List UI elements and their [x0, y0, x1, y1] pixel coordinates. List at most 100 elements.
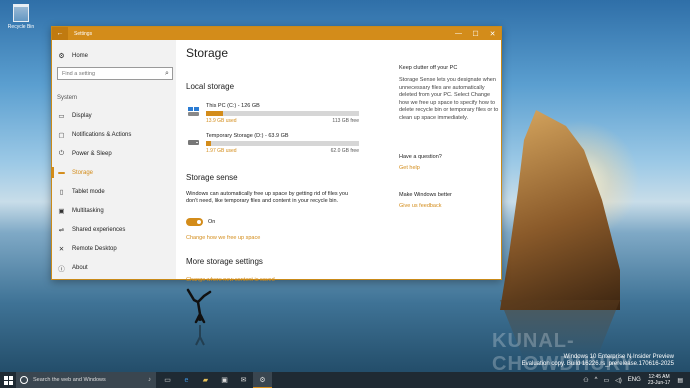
taskbar-search-placeholder: Search the web and Windows	[33, 377, 106, 383]
figure-reflection	[195, 325, 205, 346]
more-storage-heading: More storage settings	[186, 257, 263, 266]
shared-icon: ⇌	[58, 226, 65, 234]
drive-d[interactable]: Temporary Storage (D:) - 63.9 GB 1.97 GB…	[186, 133, 366, 155]
recycle-bin-desktop-icon[interactable]: Recycle Bin	[6, 4, 36, 30]
search-icon[interactable]: ⌕	[162, 70, 172, 78]
drive-used: 1.97 GB used	[206, 148, 237, 154]
minimize-button[interactable]: —	[450, 27, 467, 40]
back-button[interactable]: ←	[52, 27, 68, 40]
page-title: Storage	[186, 46, 229, 60]
build-line-2: Evaluation copy. Build 16226.rs_prerelea…	[521, 361, 674, 367]
store-icon[interactable]: ▣	[215, 372, 234, 388]
sidebar-item-label: Display	[72, 112, 92, 119]
storage-sense-description: Windows can automatically free up space …	[186, 191, 349, 204]
sidebar-item-remote[interactable]: ✕ Remote Desktop	[52, 239, 176, 258]
drive-icon	[188, 140, 199, 145]
display-icon: ▭	[58, 112, 65, 120]
sidebar-item-about[interactable]: ⓘ About	[52, 258, 176, 277]
nav-list: ▭ Display ▢ Notifications & Actions ⏻ Po…	[52, 106, 176, 277]
chevron-up-icon[interactable]: ^	[595, 377, 598, 383]
language-indicator[interactable]: ENG	[628, 377, 641, 383]
notifications-icon: ▢	[58, 131, 65, 139]
cortana-icon	[20, 376, 28, 384]
drive-usage-bar	[206, 111, 359, 116]
windows-drive-icon	[188, 107, 199, 116]
clutter-heading: Keep clutter off your PC	[399, 65, 458, 71]
home-nav-item[interactable]: ⚙ Home	[52, 47, 176, 64]
mail-icon[interactable]: ✉	[234, 372, 253, 388]
home-label: Home	[72, 52, 89, 59]
sidebar: ⚙ Home Find a setting ⌕ System ▭ Display…	[52, 40, 176, 279]
section-title: System	[57, 95, 78, 101]
edge-icon[interactable]: e	[177, 372, 196, 388]
search-input[interactable]: Find a setting ⌕	[57, 67, 173, 80]
close-button[interactable]: ✕	[484, 27, 501, 40]
build-line-1: Windows 10 Enterprise N Insider Preview	[563, 354, 674, 360]
handstand-figure	[186, 288, 212, 324]
sidebar-item-label: Notifications & Actions	[72, 131, 132, 138]
drive-c[interactable]: This PC (C:) - 126 GB 13.9 GB used 113 G…	[186, 103, 366, 125]
multitasking-icon: ▣	[58, 207, 65, 215]
task-view-icon[interactable]: ▭	[158, 372, 177, 388]
people-icon[interactable]: ⚇	[583, 377, 588, 384]
drive-usage-fill	[206, 111, 223, 116]
get-help-link[interactable]: Get help	[399, 165, 420, 171]
sidebar-item-label: Multitasking	[72, 207, 104, 214]
question-heading: Have a question?	[399, 154, 442, 160]
change-save-location-link[interactable]: Change where new content is saved	[186, 277, 275, 283]
power-icon: ⏻	[58, 149, 65, 157]
main-content: Storage Local storage This PC (C:) - 126…	[186, 40, 386, 283]
give-feedback-link[interactable]: Give us feedback	[399, 203, 442, 209]
taskbar: Search the web and Windows ♪ ▭ e ▰ ▣ ✉ ⚙…	[0, 372, 690, 388]
storage-icon: ▬	[58, 169, 65, 176]
windows-logo-icon	[3, 375, 13, 385]
action-center-icon[interactable]: ▤	[677, 377, 683, 384]
system-tray: ⚇ ^ ▭ ◁) ENG 12:45 AM 23-Jun-17 ▤	[580, 372, 686, 388]
drive-used: 13.9 GB used	[206, 118, 237, 124]
settings-taskbar-icon[interactable]: ⚙	[253, 372, 272, 388]
sidebar-item-tablet[interactable]: ▯ Tablet mode	[52, 182, 176, 201]
title-bar[interactable]: ← Settings — ☐ ✕	[52, 27, 501, 40]
sidebar-item-label: Tablet mode	[72, 188, 105, 195]
taskbar-apps: ▭ e ▰ ▣ ✉ ⚙	[158, 372, 272, 388]
sidebar-item-notifications[interactable]: ▢ Notifications & Actions	[52, 125, 176, 144]
change-free-space-link[interactable]: Change how we free up space	[186, 235, 260, 241]
local-storage-heading: Local storage	[186, 82, 235, 91]
start-button[interactable]	[0, 372, 16, 388]
sidebar-item-label: Remote Desktop	[72, 245, 117, 252]
gear-icon: ⚙	[58, 52, 65, 60]
help-aside: Keep clutter off your PC Storage Sense l…	[399, 40, 499, 279]
build-watermark: Windows 10 Enterprise N Insider Preview …	[522, 354, 674, 368]
network-icon[interactable]: ▭	[604, 377, 610, 384]
sidebar-item-label: Shared experiences	[72, 226, 126, 233]
recycle-bin-icon	[13, 4, 29, 22]
volume-icon[interactable]: ◁)	[615, 377, 622, 384]
drive-name: Temporary Storage (D:) - 63.9 GB	[206, 133, 289, 139]
drive-free: 113 GB free	[332, 118, 359, 124]
sidebar-item-storage[interactable]: ▬ Storage	[52, 163, 176, 182]
watermark: KUNAL-CHOWDHURY	[492, 330, 635, 375]
info-icon: ⓘ	[58, 265, 65, 273]
cortana-search-box[interactable]: Search the web and Windows ♪	[16, 372, 156, 388]
storage-sense-heading: Storage sense	[186, 173, 238, 182]
maximize-button[interactable]: ☐	[467, 27, 484, 40]
feedback-heading: Make Windows better	[399, 192, 452, 198]
tablet-icon: ▯	[59, 188, 64, 196]
microphone-icon[interactable]: ♪	[148, 377, 156, 383]
drive-free: 62.0 GB free	[330, 148, 359, 154]
clutter-description: Storage Sense lets you designate when un…	[399, 77, 499, 121]
storage-sense-toggle[interactable]	[186, 218, 203, 226]
sidebar-item-shared[interactable]: ⇌ Shared experiences	[52, 220, 176, 239]
settings-window: ← Settings — ☐ ✕ ⚙ Home Find a setting ⌕…	[51, 26, 502, 283]
window-title: Settings	[74, 30, 93, 37]
sidebar-item-power[interactable]: ⏻ Power & Sleep	[52, 144, 176, 163]
remote-icon: ✕	[58, 245, 65, 253]
drive-usage-bar	[206, 141, 359, 146]
file-explorer-icon[interactable]: ▰	[196, 372, 215, 388]
sidebar-item-label: Storage	[72, 169, 94, 176]
drive-usage-fill	[206, 141, 211, 146]
clock[interactable]: 12:45 AM 23-Jun-17	[648, 374, 671, 386]
sidebar-item-display[interactable]: ▭ Display	[52, 106, 176, 125]
clock-date: 23-Jun-17	[647, 380, 671, 386]
sidebar-item-multitasking[interactable]: ▣ Multitasking	[52, 201, 176, 220]
